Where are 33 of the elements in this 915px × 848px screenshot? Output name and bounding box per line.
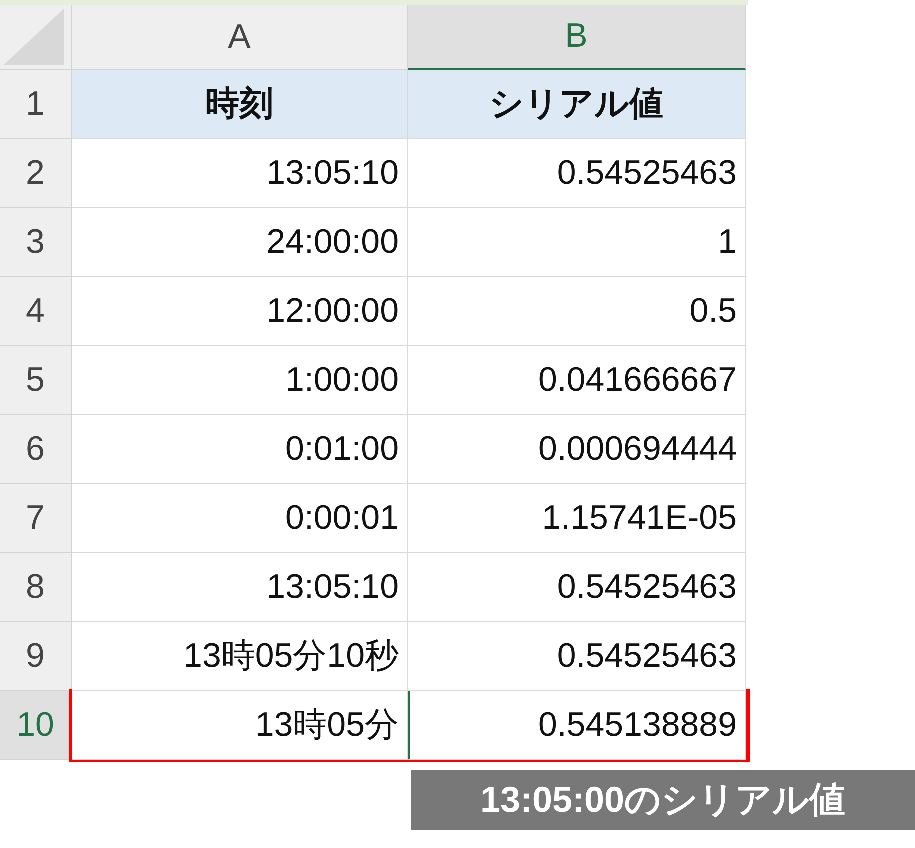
row-header[interactable]: 9 (0, 622, 72, 691)
column-header[interactable]: A (72, 5, 408, 70)
row-header[interactable]: 5 (0, 346, 72, 415)
table-cell: 0.545138889 (408, 691, 746, 760)
table-cell: 1 (408, 208, 746, 277)
row-header[interactable]: 1 (0, 70, 72, 139)
row-header[interactable]: 6 (0, 415, 72, 484)
table-cell: 0.54525463 (408, 622, 746, 691)
column-heading-cell: シリアル値 (408, 70, 746, 139)
row-header[interactable]: 7 (0, 484, 72, 553)
table-cell: 0.54525463 (408, 139, 746, 208)
row-header[interactable]: 10 (0, 691, 72, 760)
table-cell: 1:00:00 (72, 346, 408, 415)
table-cell: 12:00:00 (72, 277, 408, 346)
row-header[interactable]: 2 (0, 139, 72, 208)
table-cell: 0:00:01 (72, 484, 408, 553)
table-cell: 0:01:00 (72, 415, 408, 484)
column-header[interactable]: B (408, 5, 746, 70)
table-cell: 24:00:00 (72, 208, 408, 277)
table-cell: 0.54525463 (408, 553, 746, 622)
callout-label: 13:05:00のシリアル値 (411, 770, 915, 830)
table-cell: 0.041666667 (408, 346, 746, 415)
row-header[interactable]: 3 (0, 208, 72, 277)
table-cell: 0.000694444 (408, 415, 746, 484)
table-cell: 13:05:10 (72, 139, 408, 208)
row-header[interactable]: 8 (0, 553, 72, 622)
table-cell: 0.5 (408, 277, 746, 346)
column-heading-cell: 時刻 (72, 70, 408, 139)
table-cell: 1.15741E-05 (408, 484, 746, 553)
table-cell: 13:05:10 (72, 553, 408, 622)
table-cell: 13時05分10秒 (72, 622, 408, 691)
row-header[interactable]: 4 (0, 277, 72, 346)
table-cell: 13時05分 (72, 691, 408, 760)
